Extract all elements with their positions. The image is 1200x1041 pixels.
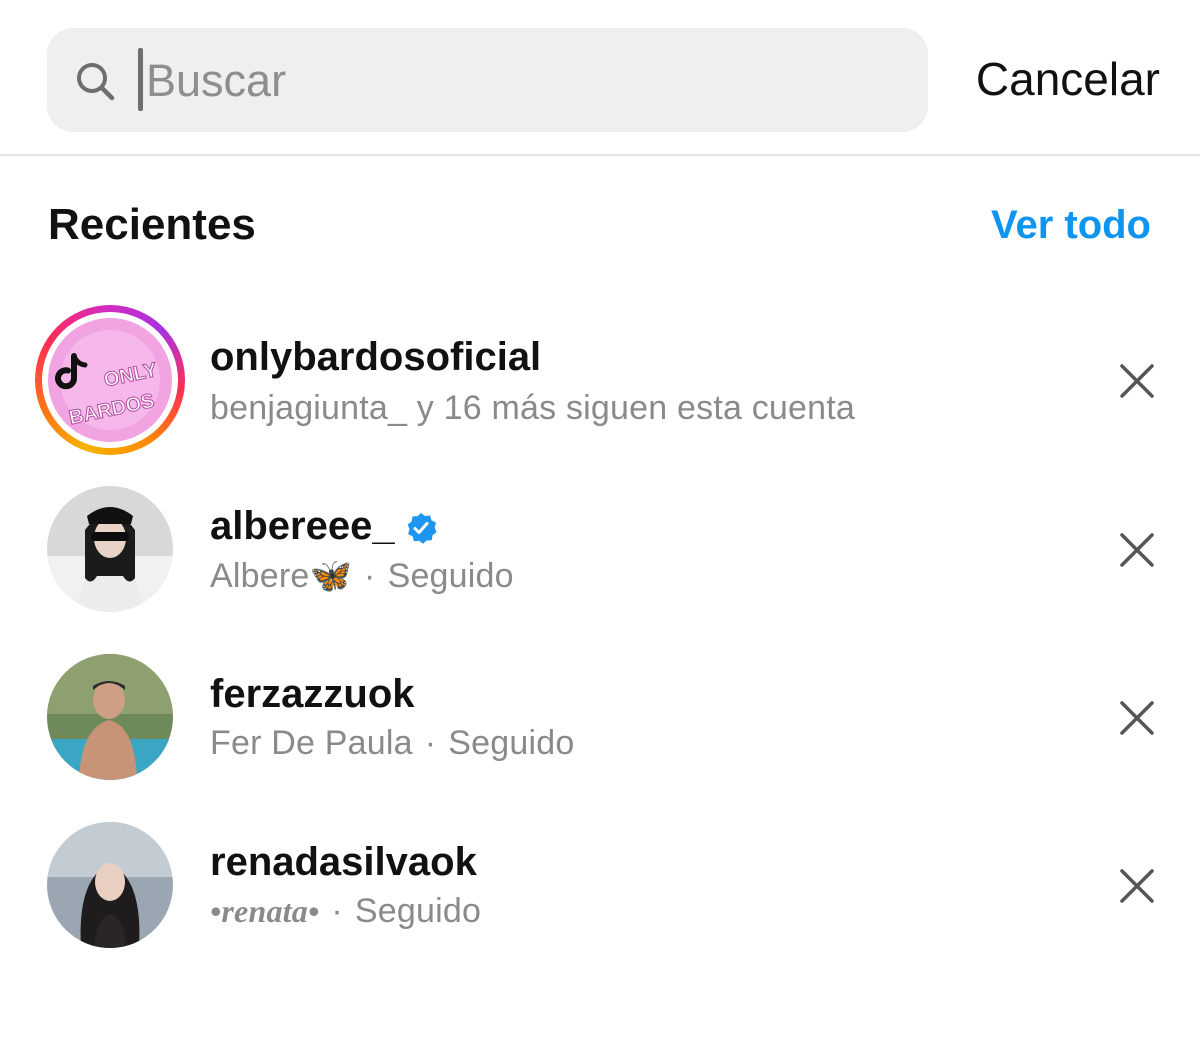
recents-title: Recientes: [48, 200, 256, 249]
mutual-followers-text: benjagiunta_ y 16 más siguen esta cuenta: [210, 389, 856, 427]
separator-dot: ·: [331, 892, 343, 930]
username: albereee_: [210, 504, 437, 549]
avatar: [47, 486, 173, 612]
story-ring: ONLY BARDOS: [35, 305, 185, 455]
username: renadasilvaok: [210, 840, 477, 885]
search-input[interactable]: [140, 46, 906, 116]
search-header: Cancelar: [0, 0, 1200, 156]
account-subtitle: Albere🦋 · Seguido: [210, 556, 514, 596]
account-subtitle: •renata• · Seguido: [210, 892, 481, 931]
follow-status: Seguido: [354, 892, 482, 930]
butterfly-emoji: 🦋: [309, 557, 353, 595]
display-name: Fer De Paula: [210, 724, 413, 762]
see-all-link[interactable]: Ver todo: [991, 203, 1151, 248]
recent-account-row[interactable]: albereee_ Albere🦋 · Seguido: [0, 474, 1200, 624]
username-text: renadasilvaok: [210, 840, 477, 884]
verified-badge-icon: [407, 512, 437, 544]
text-cursor: [138, 48, 143, 111]
follow-status: Seguido: [387, 557, 514, 595]
avatar: [47, 654, 173, 780]
recent-account-row[interactable]: renadasilvaok •renata• · Seguido: [0, 810, 1200, 960]
search-icon: [77, 63, 115, 101]
separator-dot: ·: [424, 724, 437, 762]
recent-account-row[interactable]: ferzazzuok Fer De Paula · Seguido: [0, 642, 1200, 792]
follow-status: Seguido: [448, 724, 575, 762]
display-name: •renata•: [210, 893, 320, 929]
username-text: onlybardosoficial: [210, 335, 542, 379]
close-icon[interactable]: [1117, 530, 1157, 570]
username: onlybardosoficial: [210, 335, 541, 380]
username-text: albereee_: [210, 504, 395, 548]
recent-account-row[interactable]: ONLY BARDOS onlybardosoficial benjagiunt…: [0, 305, 1200, 455]
only-bardos-logo: ONLY BARDOS: [48, 318, 172, 442]
close-icon[interactable]: [1117, 361, 1157, 401]
close-icon[interactable]: [1117, 866, 1157, 906]
account-subtitle: Fer De Paula · Seguido: [210, 724, 574, 763]
cancel-button[interactable]: Cancelar: [976, 52, 1160, 106]
avatar: ONLY BARDOS: [48, 318, 172, 442]
separator-dot: ·: [364, 557, 376, 595]
display-name: Albere: [210, 557, 310, 595]
close-icon[interactable]: [1117, 698, 1157, 738]
username: ferzazzuok: [210, 672, 415, 717]
username-text: ferzazzuok: [210, 672, 415, 716]
avatar: [47, 822, 173, 948]
